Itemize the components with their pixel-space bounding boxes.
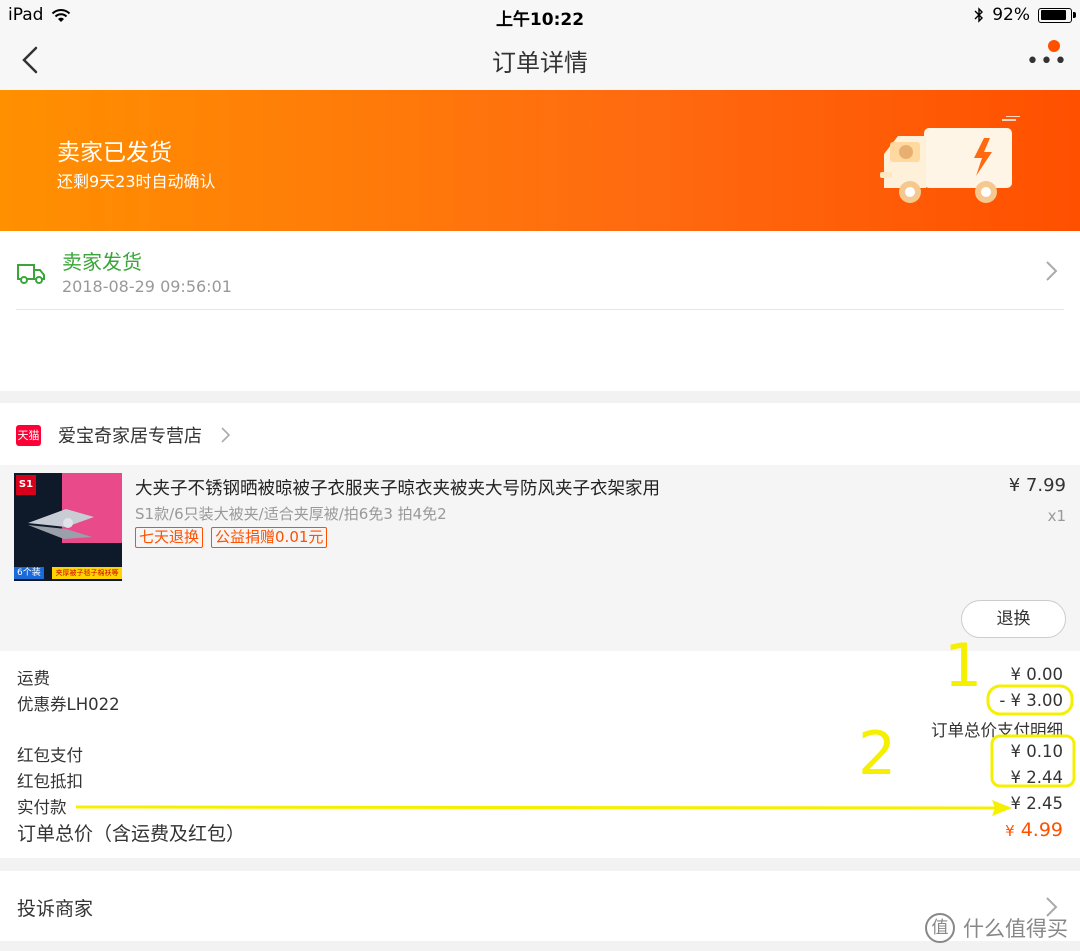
thumb-banner: 夹厚被子毯子棉袄等 [52, 567, 122, 579]
status-bar: iPad 上午10:22 92% [0, 0, 1080, 30]
actual-paid-row: 实付款 ¥ 2.45 [17, 794, 1063, 818]
redpacket-pay-label: 红包支付 [17, 746, 83, 765]
watermark-text: 什么值得买 [963, 917, 1068, 941]
order-item[interactable]: S1 6个装 夹厚被子毯子棉袄等 大夹子不锈钢晒被晾被子衣服夹子晾衣夹被夹大号防… [0, 465, 1080, 651]
battery-icon [1038, 7, 1076, 23]
currency-symbol: ¥ [1005, 822, 1015, 840]
order-total-row: 订单总价（含运费及红包） ¥ 4.99 [17, 819, 1063, 849]
order-status-title: 卖家已发货 [57, 140, 172, 166]
order-total-value: ¥ 4.99 [1005, 819, 1063, 841]
tag-return: 七天退换 [135, 527, 204, 548]
actual-paid-label: 实付款 [17, 798, 67, 817]
shipping-time: 2018-08-29 09:56:01 [62, 277, 232, 296]
coupon-label: 优惠券LH022 [17, 695, 120, 714]
chevron-right-icon [1046, 261, 1058, 281]
complain-merchant-label: 投诉商家 [17, 898, 94, 920]
more-button[interactable]: ••• [1022, 40, 1067, 76]
order-status-banner: 卖家已发货 还剩9天23时自动确认 [0, 90, 1080, 231]
payment-detail-heading: 订单总价支付明细 [931, 721, 1063, 740]
shipping-card[interactable]: 卖家发货 2018-08-29 09:56:01 [0, 231, 1080, 391]
item-price: ¥ 7.99 [1008, 475, 1066, 496]
shipping-fee-value: ¥ 0.00 [1010, 665, 1063, 684]
order-total-label: 订单总价（含运费及红包） [17, 823, 246, 845]
shipping-status: 卖家发货 [62, 250, 142, 274]
tag-charity: 公益捐赠0.01元 [211, 527, 328, 548]
clip-image [28, 509, 94, 539]
chevron-right-icon[interactable] [220, 426, 232, 444]
item-spec: S1款/6只装大被夹/适合夹厚被/拍6免3 拍4免2 [135, 505, 447, 523]
notification-badge [1048, 40, 1060, 52]
more-icon: ••• [1026, 49, 1068, 74]
order-card: 天猫 爱宝奇家居专营店 S1 6个装 夹厚被子毯子棉袄等 大夹子不锈钢晒被晾被子… [0, 403, 1080, 858]
actual-paid-value: ¥ 2.45 [1010, 794, 1063, 813]
coupon-value: - ¥ 3.00 [999, 691, 1063, 710]
refund-button[interactable]: 退换 [961, 600, 1066, 638]
status-time: 上午10:22 [495, 10, 585, 30]
redpacket-pay-value: ¥ 0.10 [1010, 742, 1063, 761]
watermark-icon: 值 [925, 913, 955, 943]
nav-bar: 订单详情 ••• [0, 30, 1080, 90]
item-quantity: x1 [1047, 507, 1066, 525]
item-title[interactable]: 大夹子不锈钢晒被晾被子衣服夹子晾衣夹被夹大号防风夹子衣架家用 [135, 475, 660, 500]
watermark: 值 什么值得买 [925, 913, 1068, 943]
status-right: 92% [974, 5, 1076, 25]
order-total-amount: 4.99 [1020, 819, 1063, 841]
battery-percent: 92% [992, 5, 1030, 25]
shipping-fee-label: 运费 [17, 669, 50, 688]
tmall-icon: 天猫 [16, 425, 41, 446]
auto-confirm-countdown: 还剩9天23时自动确认 [57, 172, 216, 191]
thumb-badge: S1 [16, 475, 36, 495]
complain-merchant-row[interactable]: 投诉商家 [0, 871, 1080, 941]
delivery-truck-icon [880, 116, 1020, 203]
redpacket-deduct-value: ¥ 2.44 [1010, 768, 1063, 787]
thumb-count: 6个装 [14, 567, 44, 579]
divider [16, 309, 1064, 310]
redpacket-deduct-label: 红包抵扣 [17, 772, 83, 791]
product-thumbnail[interactable]: S1 6个装 夹厚被子毯子棉袄等 [14, 473, 122, 581]
redpacket-pay-row: 红包支付 ¥ 0.10 [17, 742, 1063, 766]
item-tags: 七天退换 公益捐赠0.01元 [135, 527, 328, 548]
bluetooth-icon [974, 7, 984, 23]
coupon-row: 优惠券LH022 - ¥ 3.00 [17, 691, 1063, 715]
shop-name[interactable]: 爱宝奇家居专营店 [58, 422, 202, 448]
redpacket-deduct-row: 红包抵扣 ¥ 2.44 [17, 768, 1063, 792]
page-title: 订单详情 [492, 49, 588, 77]
shipping-fee-row: 运费 ¥ 0.00 [17, 665, 1063, 689]
truck-icon [17, 264, 45, 284]
